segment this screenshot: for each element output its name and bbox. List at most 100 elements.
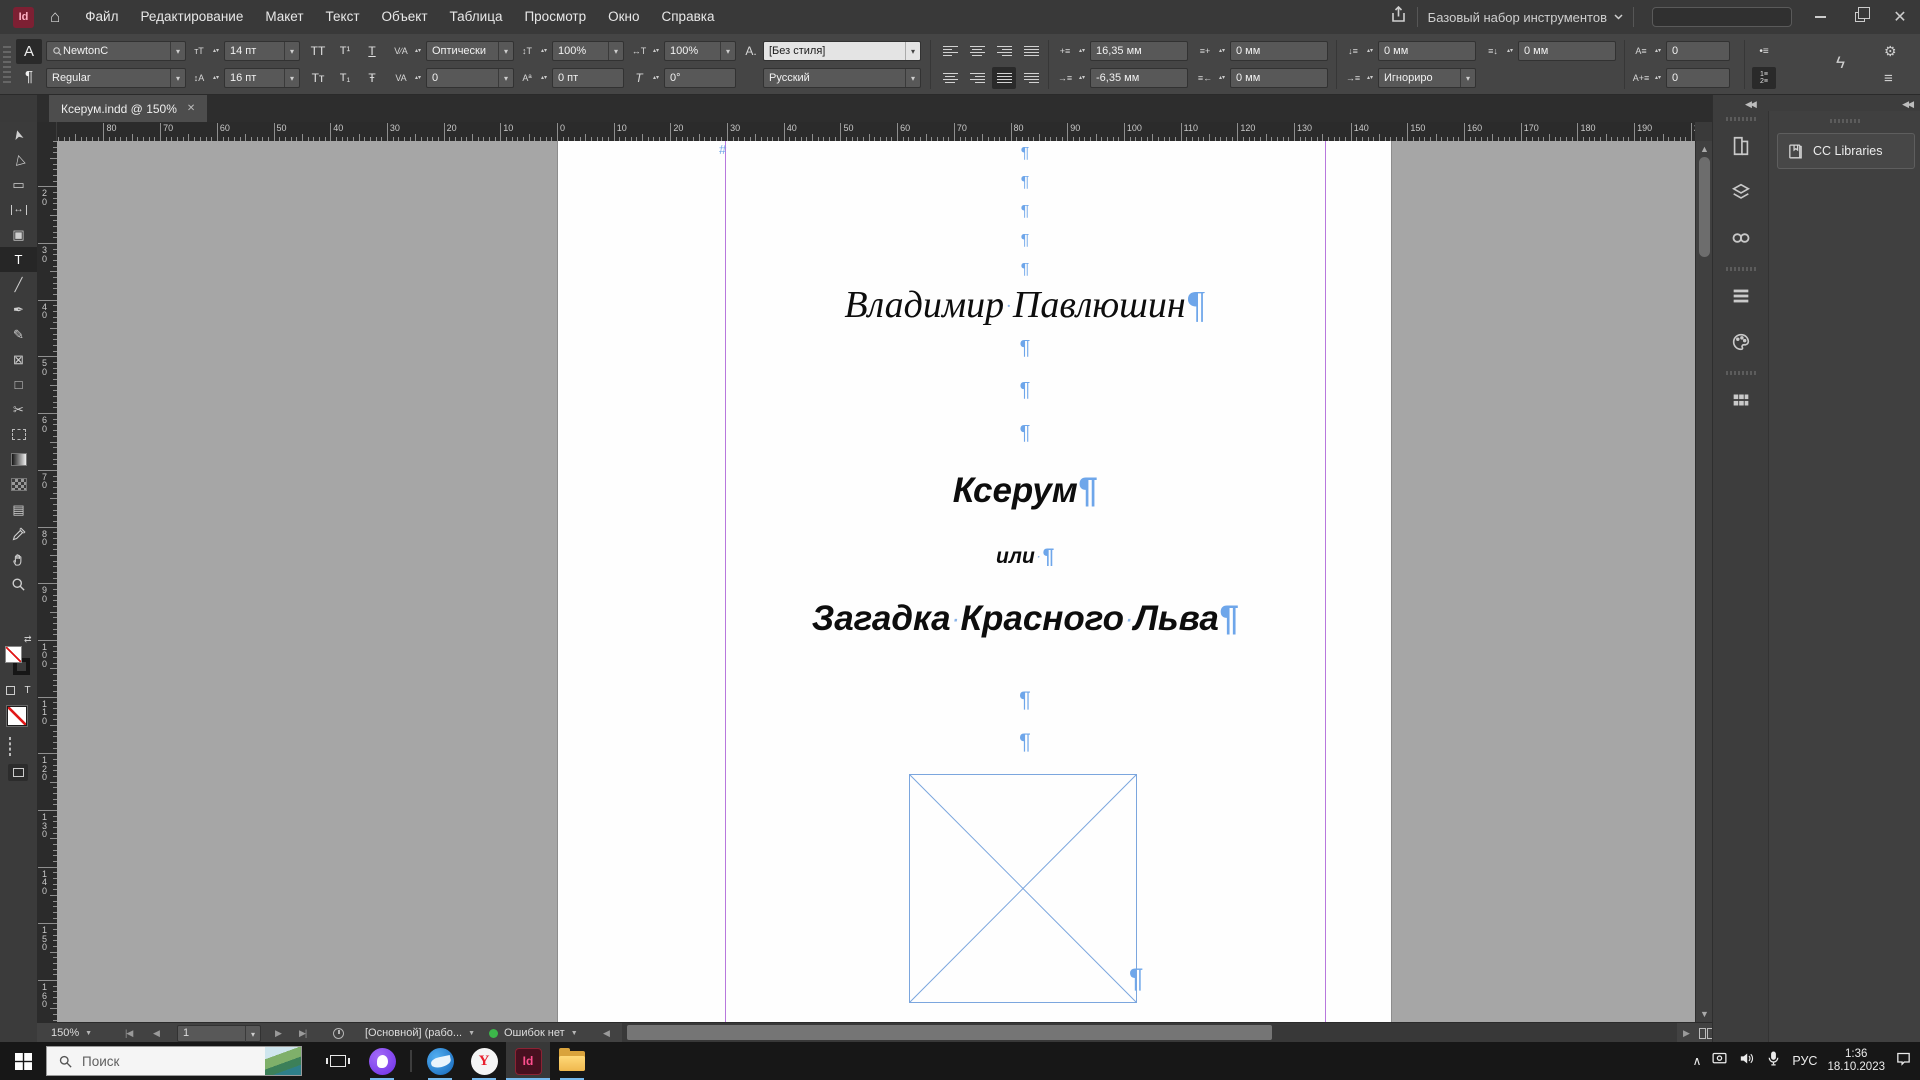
vertical-scale-combo[interactable]: 100%▾ xyxy=(552,41,624,61)
page-tool[interactable]: ▭ xyxy=(0,172,37,197)
action-center-icon[interactable] xyxy=(1895,1050,1912,1072)
paragraph-formatting-button[interactable]: ¶ xyxy=(16,64,42,89)
view-options-icon[interactable] xyxy=(9,738,11,756)
drop-cap-chars-stepper[interactable]: ▴▾ xyxy=(1653,76,1663,81)
horizontal-scale-stepper[interactable]: ▴▾ xyxy=(651,49,661,54)
microphone-icon[interactable] xyxy=(1765,1050,1782,1072)
preflight-icon[interactable] xyxy=(333,1023,344,1043)
vertical-scrollbar[interactable]: ▲ ▼ xyxy=(1695,141,1712,1022)
panel-grip[interactable] xyxy=(3,46,11,84)
pencil-tool[interactable]: ✎ xyxy=(0,322,37,347)
line-tool[interactable]: ╱ xyxy=(0,272,37,297)
direct-selection-tool[interactable]: ▷ xyxy=(0,147,37,172)
menu-item[interactable]: Макет xyxy=(254,0,314,34)
skew-field[interactable]: 0° xyxy=(664,68,736,88)
kerning-stepper[interactable]: ▴▾ xyxy=(413,49,423,54)
last-page-button[interactable]: ▶| xyxy=(299,1023,306,1043)
menu-item[interactable]: Просмотр xyxy=(513,0,597,34)
empty-graphics-frame[interactable] xyxy=(909,774,1137,1008)
adobe-sensei-icon[interactable]: ϟ xyxy=(1836,53,1845,73)
collapse-panel-icon[interactable]: ◀◀ xyxy=(1902,99,1912,110)
clock[interactable]: 1:36 18.10.2023 xyxy=(1827,1048,1885,1074)
author-line[interactable]: Владимир·Павлюшин¶ xyxy=(844,283,1205,327)
links-panel-icon[interactable] xyxy=(1713,215,1769,261)
skew-stepper[interactable]: ▴▾ xyxy=(651,76,661,81)
panel-menu-icon[interactable]: ≡ xyxy=(1884,70,1893,87)
align-left-button[interactable] xyxy=(938,40,962,62)
rectangle-tool[interactable]: □ xyxy=(0,372,37,397)
scroll-down-icon[interactable]: ▼ xyxy=(1696,1009,1713,1019)
all-caps-button[interactable]: TT xyxy=(306,40,330,62)
right-indent-stepper[interactable]: ▴▾ xyxy=(1217,49,1227,54)
pen-tool[interactable]: ✒ xyxy=(0,297,37,322)
justify-all-button[interactable] xyxy=(992,67,1016,89)
volume-icon[interactable] xyxy=(1738,1050,1755,1072)
vertical-ruler[interactable]: 2 03 04 05 06 07 08 09 01 0 01 1 01 2 01… xyxy=(37,141,57,1022)
justify-last-center-button[interactable] xyxy=(938,67,962,89)
menu-item[interactable]: Справка xyxy=(651,0,726,34)
align-to-grid-combo[interactable]: Игнориро▾ xyxy=(1378,68,1476,88)
frame-tool[interactable]: ⊠ xyxy=(0,347,37,372)
zoom-level-combo[interactable]: 150%▼ xyxy=(51,1023,92,1043)
character-formatting-button[interactable]: A xyxy=(16,39,42,64)
first-line-indent-stepper[interactable]: ▴▾ xyxy=(1077,76,1087,81)
horizontal-scrollbar[interactable] xyxy=(622,1023,1677,1043)
color-panel-icon[interactable] xyxy=(1713,319,1769,365)
horizontal-scroll-thumb[interactable] xyxy=(627,1025,1272,1040)
taskbar-search-input[interactable]: Поиск xyxy=(46,1046,302,1076)
baseline-shift-stepper[interactable]: ▴▾ xyxy=(539,76,549,81)
tracking-combo[interactable]: 0▾ xyxy=(426,68,514,88)
leading-stepper[interactable]: ▴▾ xyxy=(211,76,221,81)
gap-tool[interactable]: ↔ xyxy=(0,197,37,222)
taskbar-item-thunderbird[interactable] xyxy=(418,1042,462,1080)
menu-item[interactable]: Объект xyxy=(371,0,439,34)
scroll-up-icon[interactable]: ▲ xyxy=(1696,144,1713,154)
align-to-grid-stepper[interactable]: ▴▾ xyxy=(1365,76,1375,81)
close-button[interactable]: ✕ xyxy=(1880,0,1920,34)
small-caps-button[interactable]: Тт xyxy=(306,67,330,89)
horizontal-ruler[interactable]: 8070605040302010010203040506070809010011… xyxy=(57,122,1695,141)
type-tool[interactable]: T xyxy=(0,247,37,272)
scissors-tool[interactable]: ✂ xyxy=(0,397,37,422)
tracking-stepper[interactable]: ▴▾ xyxy=(413,76,423,81)
last-line-indent-field[interactable]: 0 мм xyxy=(1230,68,1328,88)
free-transform-tool[interactable] xyxy=(0,422,37,447)
pages-panel-icon[interactable] xyxy=(1713,123,1769,169)
previous-page-button[interactable]: ◀ xyxy=(153,1023,159,1043)
swap-fill-stroke-icon[interactable]: ⇄ xyxy=(24,634,32,645)
swatches-panel-icon[interactable] xyxy=(1713,377,1769,423)
eyedropper-tool[interactable] xyxy=(0,522,37,547)
preflight-profile-combo[interactable]: [Основной] (рабо...▼ xyxy=(365,1023,475,1043)
drop-cap-chars-field[interactable]: 0 xyxy=(1666,68,1730,88)
right-indent-field[interactable]: 0 мм xyxy=(1230,41,1328,61)
menu-item[interactable]: Файл xyxy=(74,0,129,34)
first-page-button[interactable]: |◀ xyxy=(125,1023,132,1043)
zoom-tool[interactable] xyxy=(0,572,37,597)
justify-last-left-button[interactable] xyxy=(1019,40,1043,62)
display-tray-icon[interactable] xyxy=(1711,1050,1728,1072)
next-page-button[interactable]: ▶ xyxy=(275,1023,281,1043)
horizontal-scale-combo[interactable]: 100%▾ xyxy=(664,41,736,61)
tab-close-icon[interactable]: ✕ xyxy=(187,103,195,114)
scroll-right-icon[interactable]: ▶ xyxy=(1683,1023,1689,1043)
taskbar-item-indesign[interactable]: Id xyxy=(506,1042,550,1080)
subtitle-line[interactable]: Загадка·Красного·Льва¶ xyxy=(812,599,1239,639)
justify-last-right-button[interactable] xyxy=(965,67,989,89)
page-number-combo[interactable]: 1▾ xyxy=(177,1023,261,1043)
align-center-button[interactable] xyxy=(965,40,989,62)
apply-none-button[interactable] xyxy=(7,706,27,726)
vertical-scroll-thumb[interactable] xyxy=(1699,157,1710,257)
menu-item[interactable]: Таблица xyxy=(439,0,514,34)
hidden-icons-chevron[interactable]: ∧ xyxy=(1693,1054,1702,1068)
ruler-origin-corner[interactable] xyxy=(37,122,57,141)
font-style-combo[interactable]: Regular▾ xyxy=(46,67,186,89)
search-highlight-thumbnail[interactable] xyxy=(265,1047,301,1075)
leading-combo[interactable]: 16 пт▾ xyxy=(224,68,300,88)
left-indent-stepper[interactable]: ▴▾ xyxy=(1077,49,1087,54)
menu-item[interactable]: Редактирование xyxy=(129,0,254,34)
formatting-affects-text-button[interactable]: T xyxy=(21,684,34,697)
kerning-combo[interactable]: Оптически▾ xyxy=(426,41,514,61)
space-before-stepper[interactable]: ▴▾ xyxy=(1365,49,1375,54)
share-icon[interactable] xyxy=(1390,6,1407,28)
last-line-indent-stepper[interactable]: ▴▾ xyxy=(1217,76,1227,81)
